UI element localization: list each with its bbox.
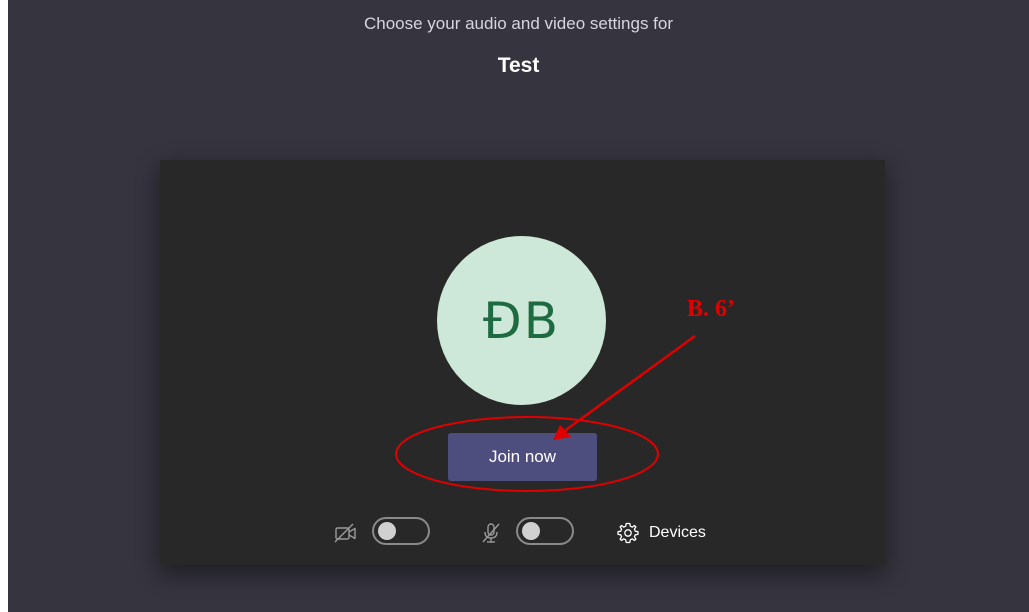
video-preview-panel: ĐB Join now Devices <box>160 160 885 565</box>
avatar-initials: ĐB <box>482 291 561 350</box>
camera-toggle[interactable] <box>372 517 430 545</box>
microphone-off-icon <box>482 523 500 543</box>
annotation-label: B. 6’ <box>687 296 735 322</box>
meeting-prejoin-screen: Choose your audio and video settings for… <box>8 0 1029 612</box>
gear-icon <box>617 522 639 544</box>
avatar: ĐB <box>437 236 606 405</box>
devices-button[interactable]: Devices <box>616 517 706 549</box>
microphone-toggle[interactable] <box>516 517 574 545</box>
devices-label: Devices <box>649 524 706 541</box>
camera-off-icon <box>334 523 356 543</box>
microphone-toggle-knob <box>522 522 540 540</box>
settings-heading: Choose your audio and video settings for <box>363 14 674 33</box>
join-now-button[interactable]: Join now <box>448 433 597 481</box>
meeting-title: Test <box>497 54 540 77</box>
device-controls: Devices <box>160 517 885 549</box>
camera-toggle-knob <box>378 522 396 540</box>
